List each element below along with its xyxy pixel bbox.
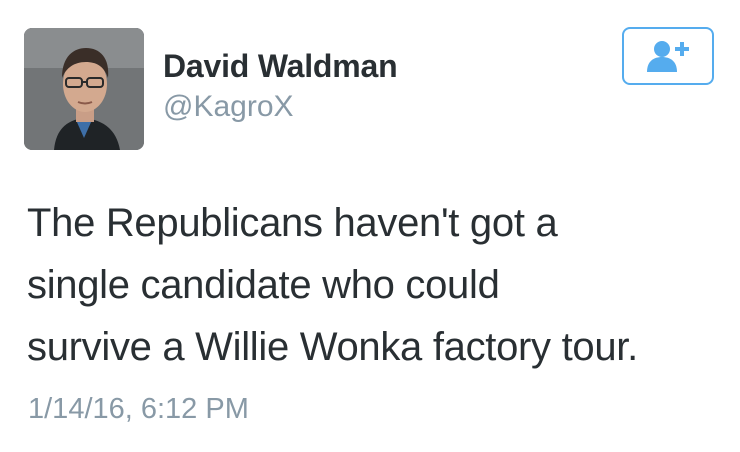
tweet-text-line: The Republicans haven't got a xyxy=(27,201,558,245)
tweet-text: The Republicans haven't got a single can… xyxy=(27,192,727,378)
author-display-name[interactable]: David Waldman xyxy=(163,48,398,85)
tweet-text-line: survive a Willie Wonka factory tour. xyxy=(27,325,638,369)
tweet-text-line: single candidate who could xyxy=(27,263,500,307)
follow-user-icon xyxy=(645,39,691,73)
author-handle[interactable]: @KagroX xyxy=(163,90,294,124)
follow-button[interactable] xyxy=(622,27,714,85)
tweet-timestamp[interactable]: 1/14/16, 6:12 PM xyxy=(28,393,249,426)
profile-photo-icon xyxy=(24,28,144,150)
avatar[interactable] xyxy=(24,28,144,150)
tweet-card: David Waldman @KagroX The Republicans ha… xyxy=(0,0,740,452)
